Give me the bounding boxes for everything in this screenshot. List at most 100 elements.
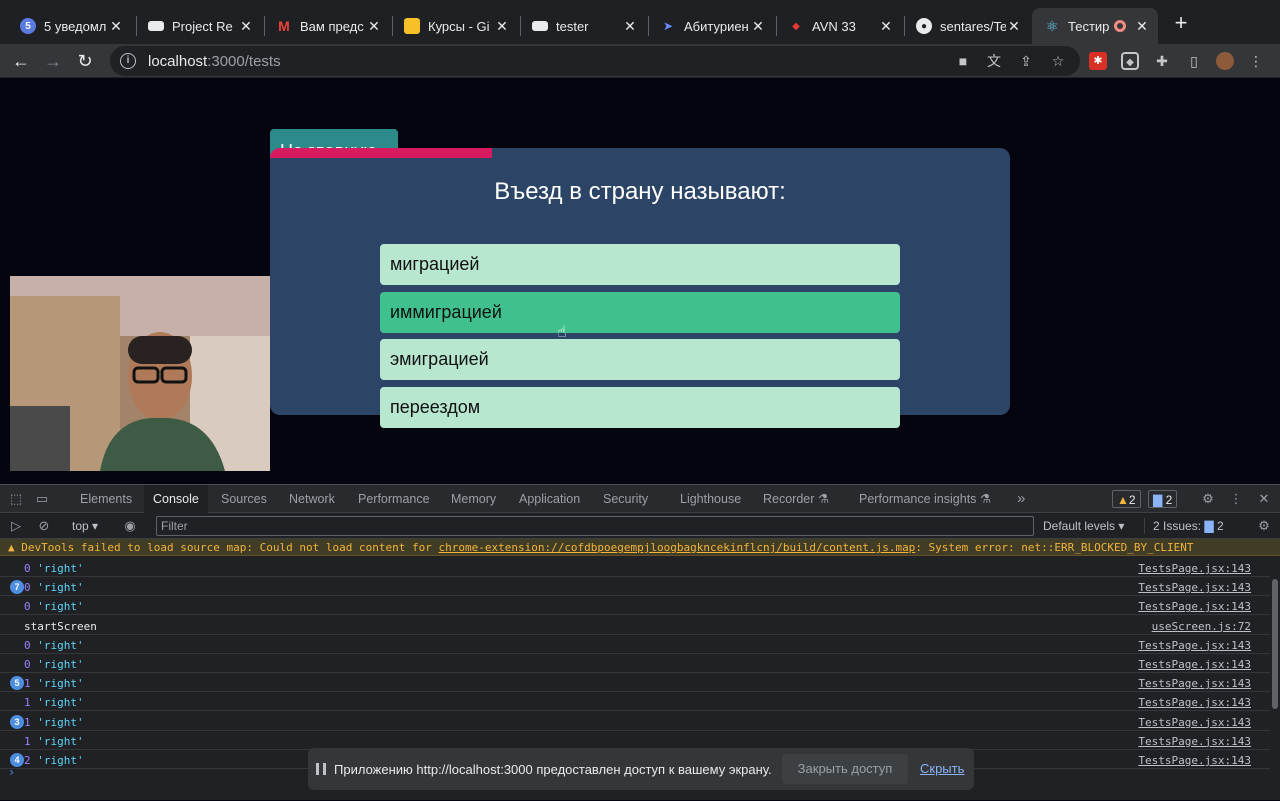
repeat-count-badge: 7: [10, 580, 24, 595]
new-tab-button[interactable]: +: [1170, 12, 1192, 36]
devtools-tab-recorder[interactable]: Recorder ⚗: [754, 485, 838, 513]
flask-icon: ⚗: [979, 492, 992, 506]
quiz-card: Въезд в страну называют: миграцией иммиг…: [270, 148, 1010, 428]
browser-tab-github[interactable]: ● sentares/Te ✕: [904, 8, 1030, 44]
more-tabs-icon[interactable]: »: [1008, 485, 1034, 513]
log-source-link[interactable]: TestsPage.jsx:143: [1138, 735, 1251, 748]
log-source-link[interactable]: TestsPage.jsx:143: [1138, 639, 1251, 652]
stop-sharing-button[interactable]: Закрыть доступ: [782, 754, 908, 784]
share-icon[interactable]: ⇪: [1017, 52, 1035, 70]
slides-icon: [404, 18, 420, 34]
sidepanel-icon[interactable]: ▯: [1185, 52, 1203, 70]
log-source-link[interactable]: TestsPage.jsx:143: [1138, 716, 1251, 729]
address-bar[interactable]: i localhost:3000/tests: [110, 46, 1080, 76]
github-icon: ●: [916, 18, 932, 34]
browser-tab-project[interactable]: Project Re ✕: [136, 8, 262, 44]
close-icon[interactable]: ✕: [1134, 18, 1150, 35]
tab-title: Вам предс: [300, 18, 364, 34]
extension-red-icon[interactable]: ✱: [1089, 52, 1107, 70]
log-source-link[interactable]: TestsPage.jsx:143: [1138, 562, 1251, 575]
close-icon[interactable]: ✕: [750, 18, 766, 35]
log-message: 0 'right': [24, 658, 84, 671]
devtools-tab-performance-insights[interactable]: Performance insights ⚗: [850, 485, 1000, 513]
messages-badge[interactable]: ▇ 2: [1148, 490, 1178, 508]
close-devtools-icon[interactable]: ✕: [1256, 491, 1272, 507]
devtools-tab-lighthouse[interactable]: Lighthouse: [671, 485, 750, 513]
devtools-tab-memory[interactable]: Memory: [442, 485, 505, 513]
back-arrow-icon[interactable]: ←: [8, 48, 34, 74]
log-source-link[interactable]: useScreen.js:72: [1152, 620, 1251, 633]
browser-tab-applicant[interactable]: ➤ Абитуриен ✕: [648, 8, 774, 44]
clear-console-icon[interactable]: ⊘: [36, 518, 52, 534]
kebab-menu-icon[interactable]: ⋮: [1247, 52, 1265, 70]
device-toolbar-icon[interactable]: ▭: [34, 491, 50, 507]
sidebar-toggle-icon[interactable]: ▷: [8, 518, 24, 534]
extension-box-icon[interactable]: ◆: [1121, 52, 1139, 70]
log-source-link[interactable]: TestsPage.jsx:143: [1138, 696, 1251, 709]
log-source-link[interactable]: TestsPage.jsx:143: [1138, 600, 1251, 613]
react-icon: ⚛: [1045, 17, 1059, 34]
console-log-row: startScreen useScreen.js:72: [0, 616, 1270, 635]
devtools-tab-network[interactable]: Network: [280, 485, 344, 513]
log-source-link[interactable]: TestsPage.jsx:143: [1138, 658, 1251, 671]
eye-icon[interactable]: ◉: [122, 518, 138, 534]
console-filter-input[interactable]: Filter: [156, 516, 1034, 536]
devtools-tab-application[interactable]: Application: [510, 485, 589, 513]
browser-tab-gmail[interactable]: M Вам предс ✕: [264, 8, 390, 44]
star-icon[interactable]: ☆: [1049, 52, 1067, 70]
inspect-element-icon[interactable]: ⬚: [8, 491, 24, 507]
hand-cursor-icon: ☝: [557, 324, 567, 341]
answer-option[interactable]: иммиграцией: [380, 292, 900, 333]
warnings-badge[interactable]: ▲2: [1112, 490, 1141, 508]
browser-tab-notifications[interactable]: 5 5 уведомл ✕: [8, 8, 132, 44]
close-icon[interactable]: ✕: [238, 18, 254, 35]
close-icon[interactable]: ✕: [108, 18, 124, 35]
forward-arrow-icon[interactable]: →: [40, 48, 66, 74]
hide-banner-button[interactable]: Скрыть: [920, 754, 964, 784]
log-source-link[interactable]: TestsPage.jsx:143: [1138, 754, 1251, 767]
console-prompt[interactable]: ›: [8, 765, 15, 779]
page-icon: [148, 21, 164, 31]
close-icon[interactable]: ✕: [878, 18, 894, 35]
notification-icon: 5: [20, 18, 36, 34]
browser-tab-avn[interactable]: ◆ AVN 33 ✕: [776, 8, 902, 44]
reload-icon[interactable]: ↻: [72, 48, 98, 74]
kebab-menu-icon[interactable]: ⋮: [1228, 491, 1244, 507]
tab-title: Курсы - Gi: [428, 18, 490, 34]
devtools-tab-performance[interactable]: Performance: [349, 485, 439, 513]
devtools-tab-elements[interactable]: Elements: [71, 485, 141, 513]
log-source-link[interactable]: TestsPage.jsx:143: [1138, 581, 1251, 594]
translate-icon[interactable]: 文: [985, 52, 1003, 70]
issues-button[interactable]: 2 Issues: ▇ 2: [1144, 518, 1224, 534]
page-icon: [532, 21, 548, 31]
answer-option[interactable]: переездом: [380, 387, 900, 428]
devtools-tab-security[interactable]: Security: [594, 485, 657, 513]
browser-tab-tester[interactable]: tester ✕: [520, 8, 646, 44]
answer-option[interactable]: эмиграцией: [380, 339, 900, 380]
devtools-tab-sources[interactable]: Sources: [212, 485, 276, 513]
close-icon[interactable]: ✕: [1006, 18, 1022, 35]
close-icon[interactable]: ✕: [494, 18, 510, 35]
close-icon[interactable]: ✕: [622, 18, 638, 35]
console-settings-icon[interactable]: ⚙: [1256, 518, 1272, 534]
puzzle-icon[interactable]: ✚: [1153, 52, 1171, 70]
answer-option[interactable]: миграцией: [380, 244, 900, 285]
browser-tab-test-active[interactable]: ⚛ Тестир ✕: [1032, 8, 1158, 44]
tab-title: AVN 33: [812, 18, 856, 34]
question-text: Въезд в страну называют:: [494, 178, 786, 205]
settings-gear-icon[interactable]: ⚙: [1200, 491, 1216, 507]
close-icon[interactable]: ✕: [366, 18, 382, 35]
devtools-tab-console[interactable]: Console: [144, 485, 208, 513]
log-levels-dropdown[interactable]: Default levels ▾: [1043, 518, 1124, 534]
console-log-row: 0 'right' TestsPage.jsx:143: [0, 596, 1270, 616]
avatar[interactable]: [1216, 52, 1234, 70]
context-selector[interactable]: top ▾: [72, 518, 98, 534]
source-map-link[interactable]: chrome-extension://cofdbpoegempjloogbagk…: [438, 541, 915, 554]
progress-bar: [270, 148, 492, 158]
info-icon[interactable]: i: [120, 53, 136, 69]
console-scrollbar[interactable]: [1270, 559, 1280, 799]
camera-icon[interactable]: ■: [954, 52, 972, 70]
log-source-link[interactable]: TestsPage.jsx:143: [1138, 677, 1251, 690]
url-text: localhost:3000/tests: [148, 52, 281, 70]
browser-tab-courses[interactable]: Курсы - Gi ✕: [392, 8, 518, 44]
